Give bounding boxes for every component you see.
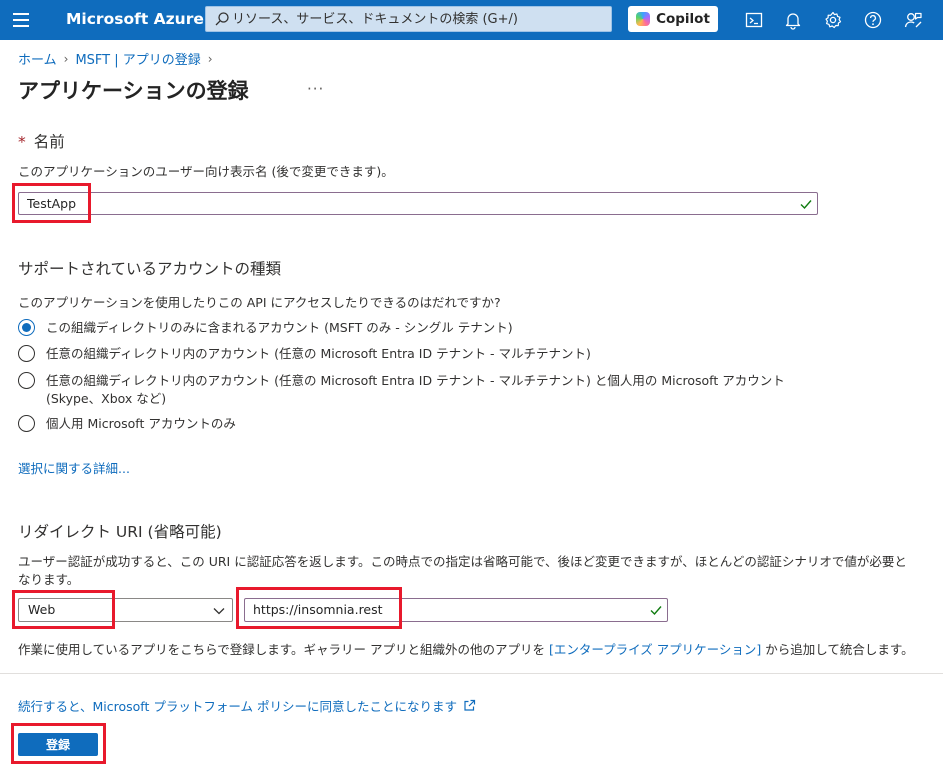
brand-title[interactable]: Microsoft Azure bbox=[66, 10, 204, 28]
page-title: アプリケーションの登録 bbox=[18, 79, 249, 103]
redirect-uri-description-line1: ユーザー認証が成功すると、この URI に認証応答を返します。この時点での指定は… bbox=[18, 554, 907, 569]
help-icon[interactable] bbox=[863, 10, 883, 30]
breadcrumb-chevron-icon: › bbox=[207, 51, 213, 66]
platform-select-value: Web bbox=[28, 602, 56, 617]
feedback-person-icon[interactable] bbox=[903, 10, 923, 30]
radio-unselected[interactable] bbox=[18, 345, 35, 362]
valid-check-icon bbox=[650, 606, 662, 616]
redirect-uri-description-line2: なります。 bbox=[18, 572, 80, 587]
top-bar: Microsoft Azure Copilot bbox=[0, 0, 943, 40]
redirect-uri-field[interactable] bbox=[244, 598, 668, 622]
register-button[interactable]: 登録 bbox=[18, 733, 98, 756]
required-mark: * bbox=[18, 133, 26, 151]
external-link-icon bbox=[464, 699, 476, 711]
breadcrumb-app-registrations[interactable]: MSFT | アプリの登録 bbox=[75, 49, 200, 68]
copilot-icon bbox=[636, 12, 651, 26]
hamburger-menu-icon[interactable] bbox=[13, 12, 31, 28]
account-types-title: サポートされているアカウントの種類 bbox=[18, 260, 282, 278]
radio-label: この組織ディレクトリのみに含まれるアカウント (MSFT のみ - シングル テ… bbox=[46, 320, 513, 335]
more-options-icon[interactable]: ··· bbox=[307, 80, 324, 98]
name-description: このアプリケーションのユーザー向け表示名 (後で変更できます)。 bbox=[18, 164, 394, 179]
app-name-input[interactable] bbox=[27, 193, 787, 214]
radio-label: 個人用 Microsoft アカウントのみ bbox=[46, 416, 236, 431]
settings-gear-icon[interactable] bbox=[823, 10, 843, 30]
footer-divider bbox=[0, 673, 943, 674]
app-name-field[interactable] bbox=[18, 192, 818, 215]
platform-policy-link[interactable]: 続行すると、Microsoft プラットフォーム ポリシーに同意したことになりま… bbox=[18, 696, 476, 715]
cloud-shell-icon[interactable] bbox=[744, 10, 764, 30]
name-label: 名前 bbox=[33, 133, 65, 151]
account-option-multitenant-personal[interactable]: 任意の組織ディレクトリ内のアカウント (任意の Microsoft Entra … bbox=[18, 372, 828, 408]
note-text-before: 作業に使用しているアプリをこちらで登録します。ギャラリー アプリと組織外の他のア… bbox=[18, 642, 549, 657]
account-option-single-tenant[interactable]: この組織ディレクトリのみに含まれるアカウント (MSFT のみ - シングル テ… bbox=[18, 319, 513, 337]
search-input[interactable] bbox=[232, 7, 607, 31]
search-icon bbox=[215, 12, 229, 26]
radio-label: 任意の組織ディレクトリ内のアカウント (任意の Microsoft Entra … bbox=[46, 373, 785, 406]
radio-selected[interactable] bbox=[18, 319, 35, 336]
breadcrumb: ホーム › MSFT | アプリの登録 › bbox=[18, 49, 220, 69]
breadcrumb-chevron-icon: › bbox=[63, 51, 69, 66]
enterprise-applications-link[interactable]: [エンタープライズ アプリケーション] bbox=[549, 642, 761, 657]
copilot-button[interactable]: Copilot bbox=[628, 6, 718, 32]
copilot-label: Copilot bbox=[656, 11, 710, 27]
redirect-uri-title: リダイレクト URI (省略可能) bbox=[18, 523, 222, 541]
chevron-down-icon bbox=[213, 608, 225, 615]
redirect-uri-input[interactable] bbox=[253, 599, 637, 620]
policy-link-text[interactable]: 続行すると、Microsoft プラットフォーム ポリシーに同意したことになりま… bbox=[18, 696, 457, 715]
global-search[interactable] bbox=[205, 6, 612, 32]
account-types-question: このアプリケーションを使用したりこの API にアクセスしたりできるのはだれです… bbox=[18, 295, 501, 310]
note-text-after: から追加して統合します。 bbox=[761, 642, 914, 657]
account-option-personal-only[interactable]: 個人用 Microsoft アカウントのみ bbox=[18, 415, 236, 433]
valid-check-icon bbox=[800, 200, 812, 210]
radio-label: 任意の組織ディレクトリ内のアカウント (任意の Microsoft Entra … bbox=[46, 346, 591, 361]
platform-select[interactable]: Web bbox=[18, 598, 233, 622]
radio-unselected[interactable] bbox=[18, 415, 35, 432]
account-types-help-link[interactable]: 選択に関する詳細... bbox=[18, 458, 130, 477]
breadcrumb-home[interactable]: ホーム bbox=[18, 49, 57, 68]
name-section-title: * 名前 bbox=[18, 130, 65, 152]
account-option-multitenant[interactable]: 任意の組織ディレクトリ内のアカウント (任意の Microsoft Entra … bbox=[18, 345, 591, 363]
radio-unselected[interactable] bbox=[18, 372, 35, 389]
notifications-bell-icon[interactable] bbox=[783, 10, 803, 30]
enterprise-app-note: 作業に使用しているアプリをこちらで登録します。ギャラリー アプリと組織外の他のア… bbox=[18, 639, 914, 658]
